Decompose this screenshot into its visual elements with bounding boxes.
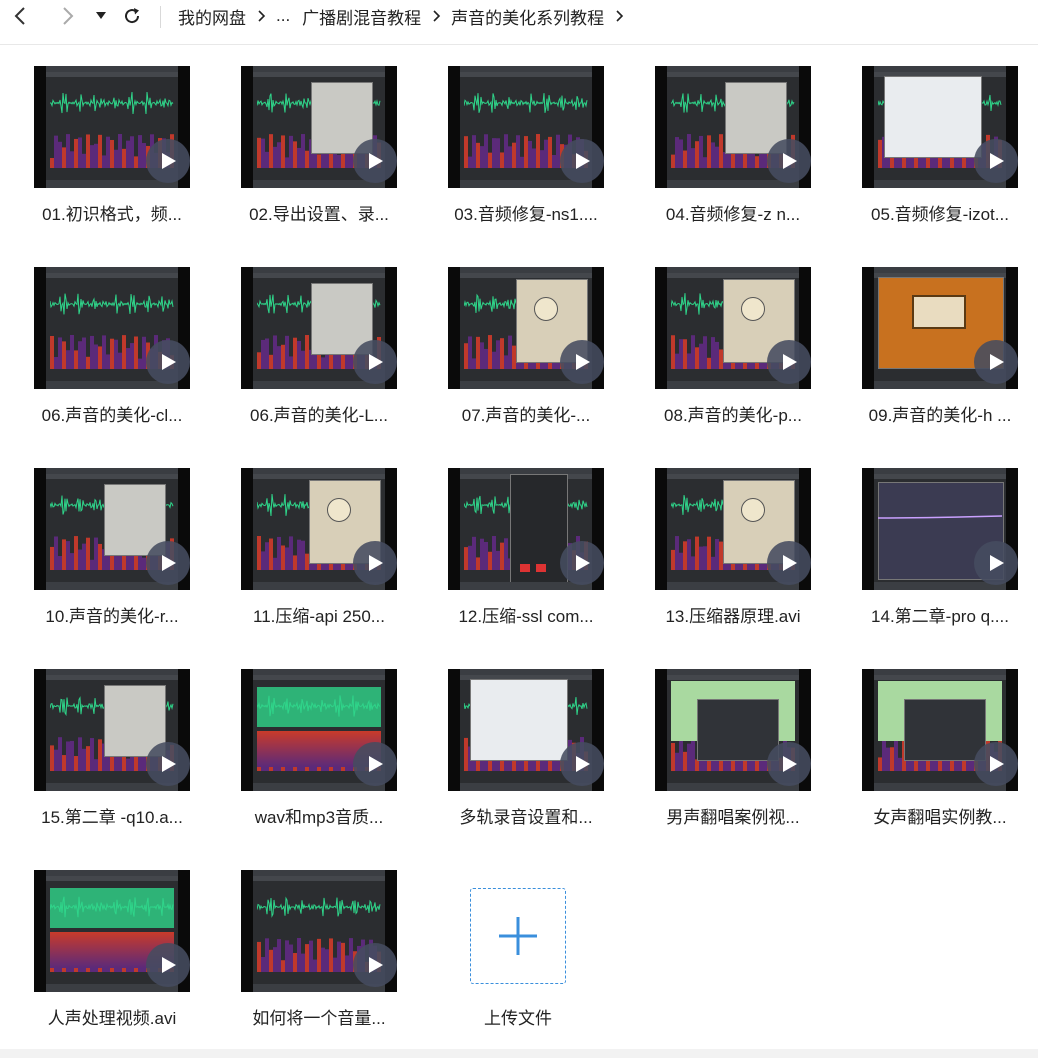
play-icon[interactable]	[146, 139, 190, 183]
video-thumbnail	[448, 468, 604, 590]
file-item[interactable]: 14.第二章-pro q....	[828, 468, 1024, 658]
play-icon[interactable]	[353, 541, 397, 585]
video-thumbnail	[34, 267, 190, 389]
video-thumbnail	[34, 870, 190, 992]
play-icon[interactable]	[767, 541, 811, 585]
play-icon[interactable]	[767, 742, 811, 786]
file-name[interactable]: 人声处理视频.avi	[10, 1004, 214, 1029]
play-icon[interactable]	[974, 541, 1018, 585]
upload-button[interactable]	[470, 888, 566, 984]
file-name[interactable]: 15.第二章 -q10.a...	[10, 803, 214, 828]
play-icon[interactable]	[353, 742, 397, 786]
file-name[interactable]: 如何将一个音量...	[217, 1004, 421, 1029]
play-icon[interactable]	[974, 340, 1018, 384]
video-thumbnail	[241, 66, 397, 188]
video-thumbnail	[655, 468, 811, 590]
file-item[interactable]: 07.声音的美化-...	[414, 267, 610, 457]
file-name[interactable]: 04.音频修复-z n...	[631, 200, 835, 225]
file-grid: 01.初识格式，频... 02.导出设置、录... 03.音频修复-ns1.... 0…	[0, 0, 1038, 1058]
plus-icon	[499, 917, 537, 955]
file-item[interactable]: 11.压缩-api 250...	[207, 468, 403, 658]
play-icon[interactable]	[560, 139, 604, 183]
file-name[interactable]: 11.压缩-api 250...	[217, 602, 421, 627]
upload-label[interactable]: 上传文件	[416, 1004, 620, 1029]
play-icon[interactable]	[353, 943, 397, 987]
video-thumbnail	[34, 468, 190, 590]
file-item[interactable]: 06.声音的美化-cl...	[0, 267, 196, 457]
file-name[interactable]: 女声翻唱实例教...	[838, 803, 1038, 828]
play-icon[interactable]	[560, 340, 604, 384]
file-name[interactable]: 02.导出设置、录...	[217, 200, 421, 225]
play-icon[interactable]	[767, 139, 811, 183]
upload-file-tile[interactable]: 上传文件	[442, 870, 638, 1060]
video-thumbnail	[862, 267, 1018, 389]
video-thumbnail	[241, 267, 397, 389]
file-item[interactable]: 05.音频修复-izot...	[828, 66, 1024, 256]
play-icon[interactable]	[974, 742, 1018, 786]
file-name[interactable]: wav和mp3音质...	[217, 803, 421, 828]
file-item[interactable]: wav和mp3音质...	[207, 669, 403, 859]
file-item[interactable]: 15.第二章 -q10.a...	[0, 669, 196, 859]
file-item[interactable]: 男声翻唱案例视...	[621, 669, 817, 859]
file-item[interactable]: 04.音频修复-z n...	[621, 66, 817, 256]
file-item[interactable]: 02.导出设置、录...	[207, 66, 403, 256]
file-name[interactable]: 03.音频修复-ns1....	[424, 200, 628, 225]
file-item[interactable]: 10.声音的美化-r...	[0, 468, 196, 658]
file-item[interactable]: 09.声音的美化-h ...	[828, 267, 1024, 457]
file-name[interactable]: 男声翻唱案例视...	[631, 803, 835, 828]
file-item[interactable]: 多轨录音设置和...	[414, 669, 610, 859]
file-name[interactable]: 12.压缩-ssl com...	[424, 602, 628, 627]
file-item[interactable]: 03.音频修复-ns1....	[414, 66, 610, 256]
file-name[interactable]: 14.第二章-pro q....	[838, 602, 1038, 627]
file-name[interactable]: 08.声音的美化-p...	[631, 401, 835, 426]
file-name[interactable]: 05.音频修复-izot...	[838, 200, 1038, 225]
file-name[interactable]: 06.声音的美化-L...	[217, 401, 421, 426]
video-thumbnail	[34, 669, 190, 791]
file-item[interactable]: 女声翻唱实例教...	[828, 669, 1024, 859]
file-item[interactable]: 12.压缩-ssl com...	[414, 468, 610, 658]
video-thumbnail	[34, 66, 190, 188]
video-thumbnail	[241, 669, 397, 791]
file-item[interactable]: 01.初识格式，频...	[0, 66, 196, 256]
file-item[interactable]: 人声处理视频.avi	[0, 870, 196, 1060]
file-item[interactable]: 08.声音的美化-p...	[621, 267, 817, 457]
file-name[interactable]: 01.初识格式，频...	[10, 200, 214, 225]
video-thumbnail	[655, 267, 811, 389]
video-thumbnail	[448, 669, 604, 791]
play-icon[interactable]	[560, 742, 604, 786]
video-thumbnail	[655, 669, 811, 791]
play-icon[interactable]	[146, 541, 190, 585]
file-name[interactable]: 多轨录音设置和...	[424, 803, 628, 828]
play-icon[interactable]	[146, 340, 190, 384]
video-thumbnail	[241, 468, 397, 590]
video-thumbnail	[862, 66, 1018, 188]
play-icon[interactable]	[560, 541, 604, 585]
play-icon[interactable]	[146, 943, 190, 987]
file-item[interactable]: 13.压缩器原理.avi	[621, 468, 817, 658]
video-thumbnail	[448, 267, 604, 389]
video-thumbnail	[241, 870, 397, 992]
video-thumbnail	[862, 669, 1018, 791]
video-thumbnail	[862, 468, 1018, 590]
play-icon[interactable]	[146, 742, 190, 786]
file-name[interactable]: 10.声音的美化-r...	[10, 602, 214, 627]
play-icon[interactable]	[353, 340, 397, 384]
video-thumbnail	[655, 66, 811, 188]
file-item[interactable]: 如何将一个音量...	[207, 870, 403, 1060]
bottom-divider	[0, 1049, 1038, 1058]
video-thumbnail	[448, 66, 604, 188]
file-item[interactable]: 06.声音的美化-L...	[207, 267, 403, 457]
play-icon[interactable]	[767, 340, 811, 384]
play-icon[interactable]	[974, 139, 1018, 183]
play-icon[interactable]	[353, 139, 397, 183]
file-name[interactable]: 07.声音的美化-...	[424, 401, 628, 426]
file-name[interactable]: 13.压缩器原理.avi	[631, 602, 835, 627]
file-name[interactable]: 06.声音的美化-cl...	[10, 401, 214, 426]
file-name[interactable]: 09.声音的美化-h ...	[838, 401, 1038, 426]
